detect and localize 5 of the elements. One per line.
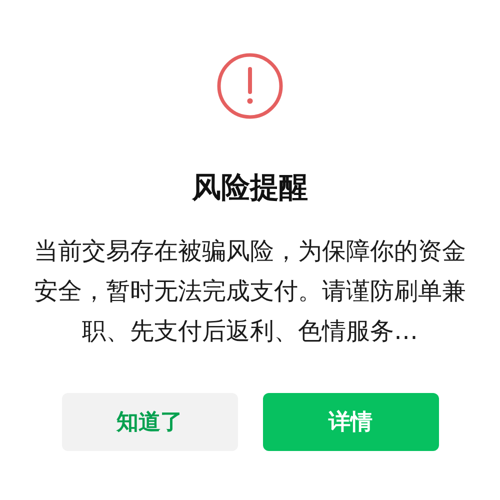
- details-button[interactable]: 详情: [262, 393, 438, 451]
- dialog-message: 当前交易存在被骗风险，为保障你的资金安全，暂时无法完成支付。请谨防刷单兼职、先支付后返利、色情服务…: [34, 236, 466, 347]
- warning-icon: [216, 52, 284, 120]
- dismiss-button[interactable]: 知道了: [62, 393, 238, 451]
- dialog-title: 风险提醒: [192, 169, 308, 206]
